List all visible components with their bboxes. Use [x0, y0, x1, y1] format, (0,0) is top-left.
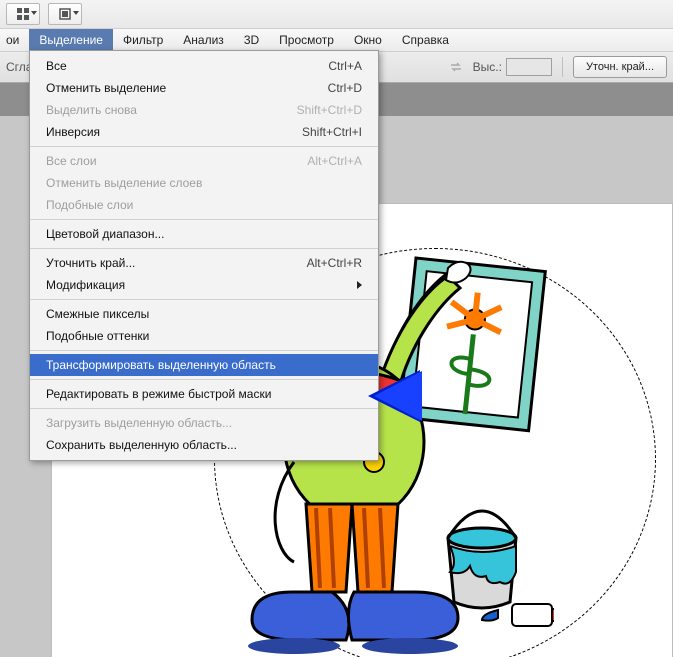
menu-separator — [30, 408, 378, 409]
menu-item-shortcut: Shift+Ctrl+D — [297, 103, 362, 117]
menu-item-label: Отменить выделение слоев — [46, 176, 202, 190]
menu-item-label: Отменить выделение — [46, 81, 166, 95]
height-input[interactable] — [506, 58, 552, 76]
menu-item[interactable]: Смежные пикселы — [30, 303, 378, 325]
menu-item-shortcut: Ctrl+A — [328, 59, 362, 73]
menu-item-label: Цветовой диапазон... — [46, 227, 164, 241]
caret-icon — [73, 11, 79, 15]
menu-item-label: Все — [46, 59, 67, 73]
menu-item-label: Выделить снова — [46, 103, 137, 117]
menu-item-window[interactable]: Окно — [344, 29, 392, 51]
swap-icon[interactable] — [449, 60, 463, 74]
menu-item[interactable]: Отменить выделение Ctrl+D — [30, 77, 378, 99]
menu-item-label: Все слои — [46, 154, 97, 168]
menu-item[interactable]: Инверсия Shift+Ctrl+I — [30, 121, 378, 143]
separator — [562, 57, 563, 77]
height-field-group: Выс.: — [473, 58, 552, 76]
menu-separator — [30, 350, 378, 351]
menu-item[interactable]: Модификация — [30, 274, 378, 296]
menu-item[interactable]: Все Ctrl+A — [30, 55, 378, 77]
height-label: Выс.: — [473, 60, 502, 74]
menu-item-label: Инверсия — [46, 125, 100, 139]
annotation-arrow-icon — [368, 370, 420, 422]
menu-separator — [30, 248, 378, 249]
menu-bar: ои Выделение Фильтр Анализ 3D Просмотр О… — [0, 29, 673, 52]
menu-item-view[interactable]: Просмотр — [269, 29, 344, 51]
menu-item-label: Загрузить выделенную область... — [46, 416, 232, 430]
refine-edge-button[interactable]: Уточн. край... — [573, 56, 667, 78]
grid-icon — [16, 7, 30, 21]
menu-item[interactable]: Уточнить край... Alt+Ctrl+R — [30, 252, 378, 274]
menu-item-filter[interactable]: Фильтр — [113, 29, 173, 51]
menu-item-shortcut: Alt+Ctrl+A — [307, 154, 362, 168]
menu-item-label: Смежные пикселы — [46, 307, 149, 321]
menu-item-label: Редактировать в режиме быстрой маски — [46, 387, 271, 401]
menu-item: Загрузить выделенную область... — [30, 412, 378, 434]
menu-item-label: Модификация — [46, 278, 125, 292]
menu-item-shortcut: Ctrl+D — [328, 81, 362, 95]
menu-item: Все слои Alt+Ctrl+A — [30, 150, 378, 172]
menu-item: Подобные слои — [30, 194, 378, 216]
menu-item: Отменить выделение слоев — [30, 172, 378, 194]
menu-item-help[interactable]: Справка — [392, 29, 459, 51]
screen-icon — [58, 7, 72, 21]
menu-separator — [30, 299, 378, 300]
arrange-docs-button[interactable] — [6, 3, 40, 25]
menu-item[interactable]: Сохранить выделенную область... — [30, 434, 378, 456]
menu-separator — [30, 379, 378, 380]
menu-item-shortcut: Shift+Ctrl+I — [302, 125, 362, 139]
menu-item[interactable]: Подобные оттенки — [30, 325, 378, 347]
menu-separator — [30, 146, 378, 147]
menu-item[interactable]: Трансформировать выделенную область — [30, 354, 378, 376]
toolbar-icon-strip — [0, 0, 673, 29]
menu-item-label: Подобные слои — [46, 198, 133, 212]
menu-item-label: Сохранить выделенную область... — [46, 438, 237, 452]
menu-separator — [30, 219, 378, 220]
caret-icon — [31, 11, 37, 15]
menu-item-label: Трансформировать выделенную область — [46, 358, 276, 372]
app-window: ои Выделение Фильтр Анализ 3D Просмотр О… — [0, 0, 673, 657]
menu-item-label: Уточнить край... — [46, 256, 135, 270]
menu-item-label: Подобные оттенки — [46, 329, 149, 343]
submenu-arrow-icon — [357, 281, 362, 289]
menu-item-shortcut: Alt+Ctrl+R — [307, 256, 362, 270]
menu-item-analysis[interactable]: Анализ — [173, 29, 234, 51]
menu-item-cut-left[interactable]: ои — [2, 29, 29, 51]
menu-item-3d[interactable]: 3D — [234, 29, 269, 51]
selection-menu-dropdown: Все Ctrl+A Отменить выделение Ctrl+D Выделит… — [29, 50, 379, 461]
menu-item[interactable]: Редактировать в режиме быстрой маски — [30, 383, 378, 405]
screen-mode-button[interactable] — [48, 3, 82, 25]
menu-item: Выделить снова Shift+Ctrl+D — [30, 99, 378, 121]
menu-item-selection[interactable]: Выделение — [29, 29, 113, 51]
menu-item[interactable]: Цветовой диапазон... — [30, 223, 378, 245]
